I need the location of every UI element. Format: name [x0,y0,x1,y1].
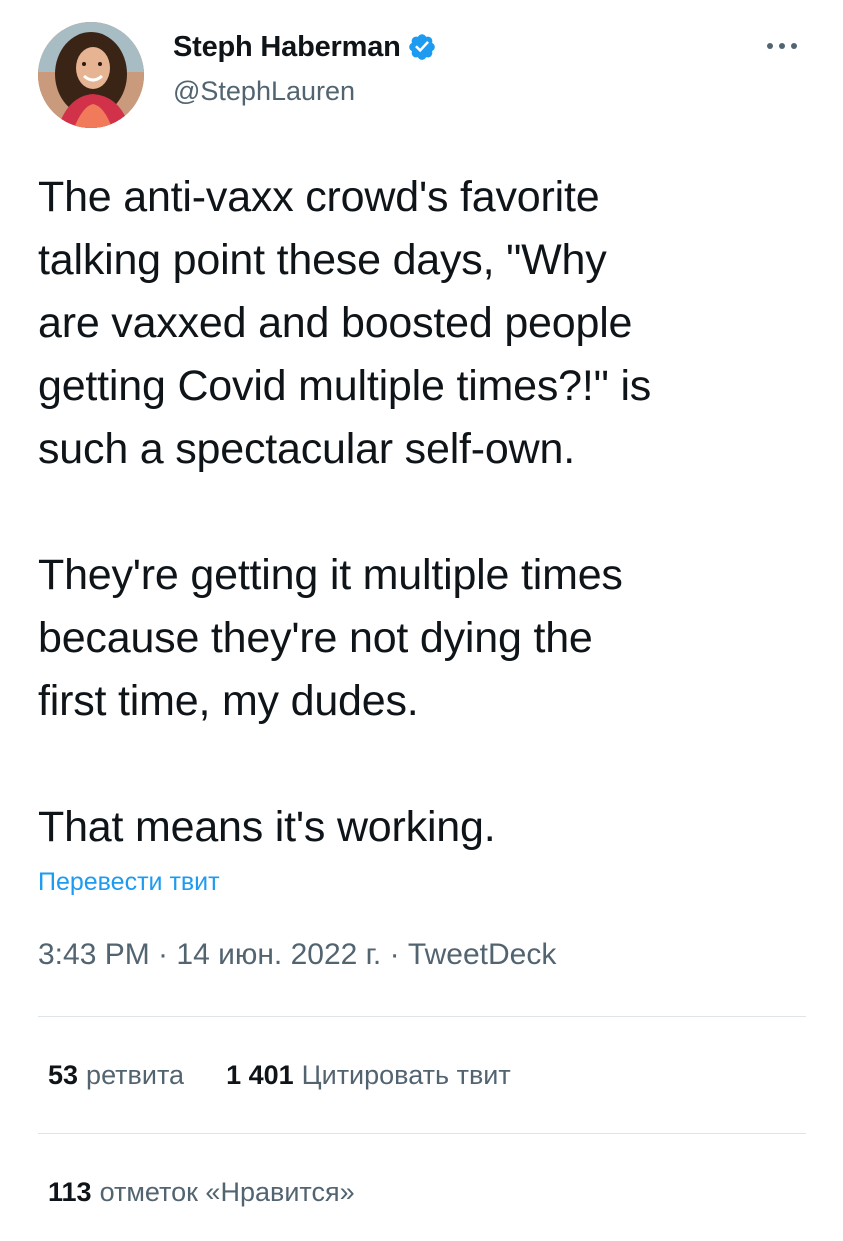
user-name-row[interactable]: Steph Haberman [173,30,437,64]
tweet-text: The anti-vaxx crowd's favorite talking p… [38,173,652,851]
avatar[interactable] [38,22,144,128]
likes-count: 113 [48,1177,92,1207]
quotes-label: Цитировать твит [301,1060,511,1090]
divider [38,1016,806,1017]
tweet-timestamp[interactable]: 3:43 PM · 14 июн. 2022 г. · TweetDeck [38,938,556,972]
translate-tweet-link[interactable]: Перевести твит [38,868,220,897]
tweet-card: Steph Haberman @StephLauren The anti-vax… [0,0,843,1241]
retweets-count: 53 [48,1060,79,1090]
divider [38,1133,806,1134]
display-name[interactable]: Steph Haberman [173,31,401,64]
verified-badge-icon [407,32,437,62]
quotes-count: 1 401 [226,1060,294,1090]
more-options-icon[interactable] [758,28,806,64]
avatar-image [38,22,144,128]
likes-label: отметок «Нравится» [99,1177,355,1207]
retweets-stat[interactable]: 53 ретвита [48,1060,184,1091]
likes-stat[interactable]: 113 отметок «Нравится» [48,1177,355,1208]
user-handle[interactable]: @StephLauren [173,76,355,107]
engagement-row-bottom: 113 отметок «Нравится» [48,1177,397,1208]
engagement-row-top: 53 ретвита 1 401 Цитировать твит [48,1060,553,1091]
retweets-label: ретвита [86,1060,185,1090]
quotes-stat[interactable]: 1 401 Цитировать твит [226,1060,511,1091]
